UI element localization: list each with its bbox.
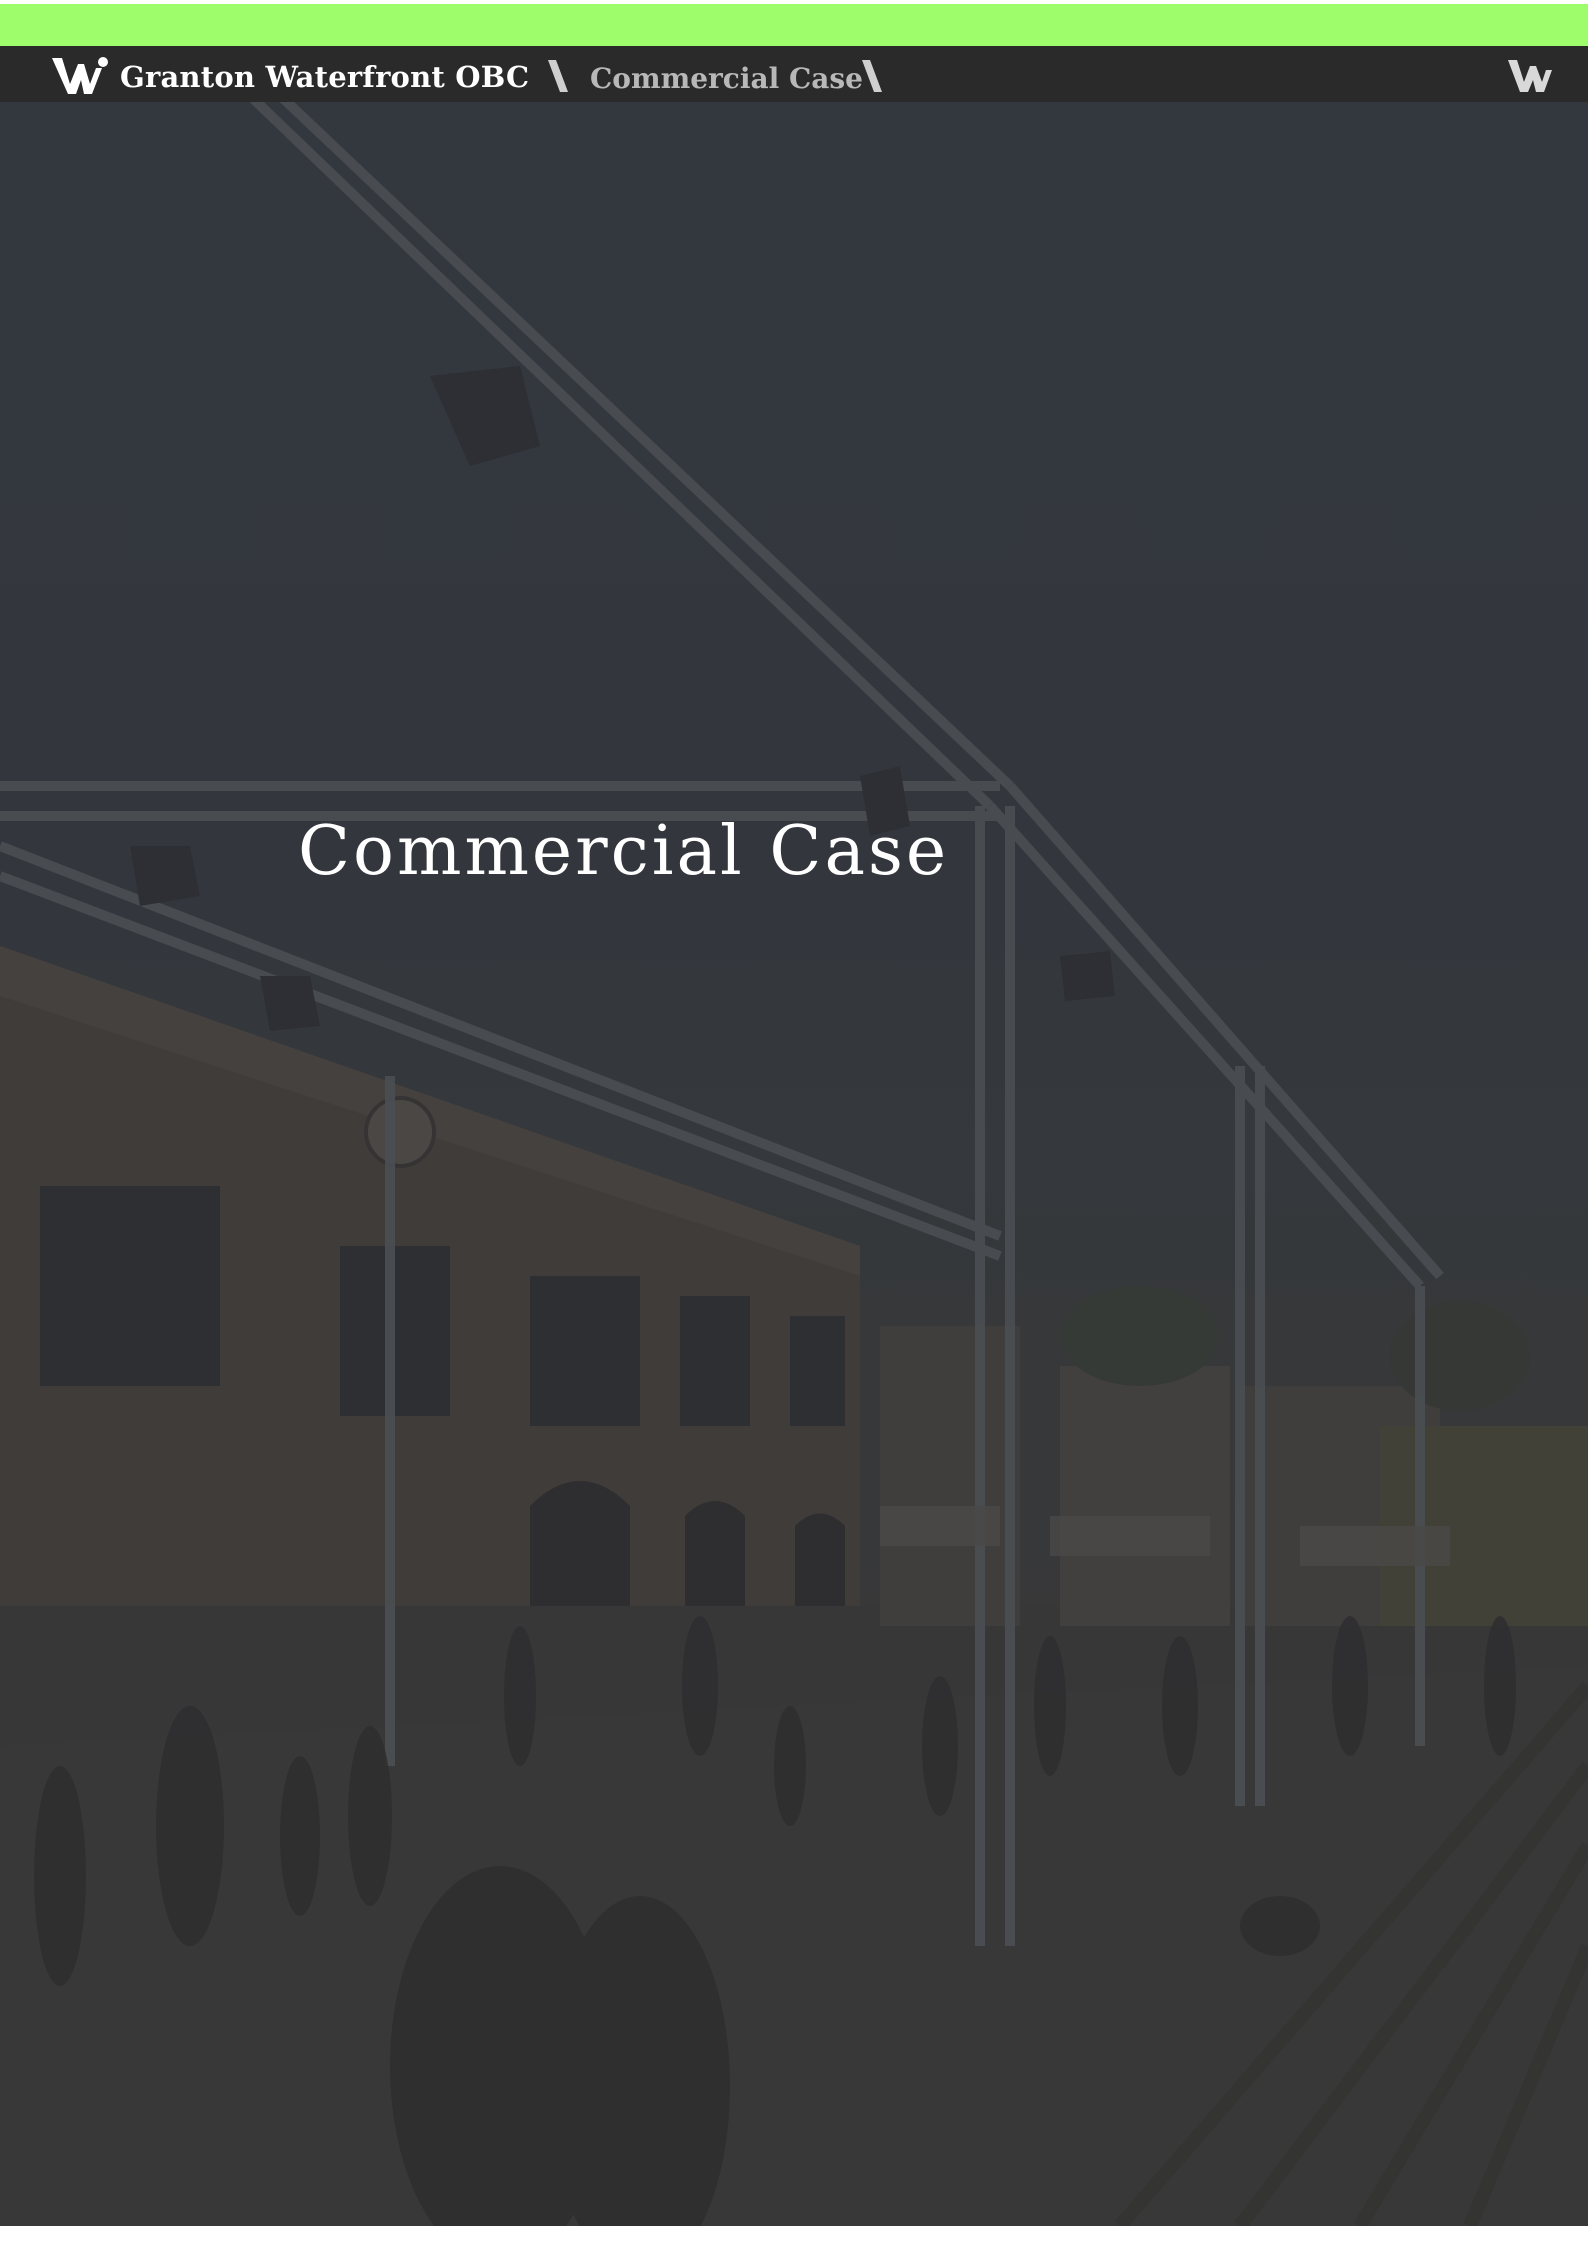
accent-bar <box>0 4 1588 46</box>
page-header: Granton Waterfront OBC Commercial Case <box>0 46 1588 102</box>
breadcrumb-separator-icon <box>548 60 568 92</box>
w-monogram-icon <box>1508 60 1552 92</box>
breadcrumb-separator-icon <box>862 60 882 92</box>
document-page: Granton Waterfront OBC Commercial Case C… <box>0 0 1588 2246</box>
cover-title: Commercial Case <box>298 812 950 891</box>
cover-photo <box>0 46 1588 2226</box>
w-monogram-icon <box>52 57 108 94</box>
section-name: Commercial Case <box>590 62 863 95</box>
brand-name: Granton Waterfront OBC <box>120 60 530 94</box>
cover-photo-illustration <box>0 46 1588 2226</box>
